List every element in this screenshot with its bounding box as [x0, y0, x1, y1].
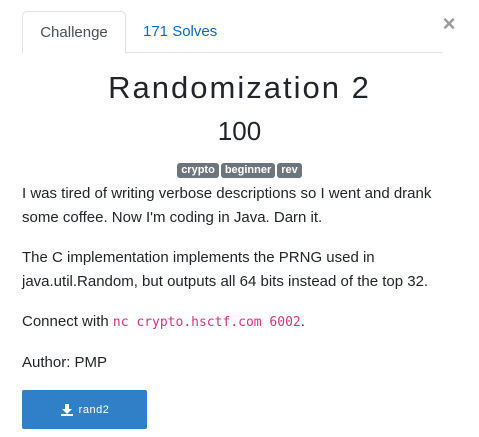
connect-line: Connect with nc crypto.hsctf.com 6002.: [22, 310, 462, 335]
connect-command: nc crypto.hsctf.com 6002: [112, 315, 301, 330]
tag-badge: rev: [277, 163, 302, 178]
tab-challenge[interactable]: Challenge: [22, 11, 126, 54]
description-paragraph: The C implementation implements the PRNG…: [22, 249, 429, 290]
connect-prefix: Connect with: [22, 313, 113, 330]
challenge-description: I was tired of writing verbose descripti…: [22, 182, 462, 391]
challenge-points: 100: [217, 116, 262, 146]
tag-badge: beginner: [220, 163, 276, 178]
tab-solves[interactable]: 171 Solves: [143, 11, 217, 54]
challenge-tabs: Challenge 171 Solves: [22, 11, 442, 54]
tag-badge: crypto: [177, 163, 219, 178]
file-name: rand2: [78, 403, 110, 416]
connect-suffix: .: [300, 313, 305, 330]
author-line: Author: PMP: [22, 354, 108, 371]
download-icon: [60, 403, 73, 416]
tag-list: crypto beginner rev: [0, 163, 479, 178]
description-paragraph: I was tired of writing verbose descripti…: [22, 185, 432, 226]
file-download-button[interactable]: rand2: [22, 390, 147, 429]
challenge-title: Randomization 2: [108, 70, 371, 105]
